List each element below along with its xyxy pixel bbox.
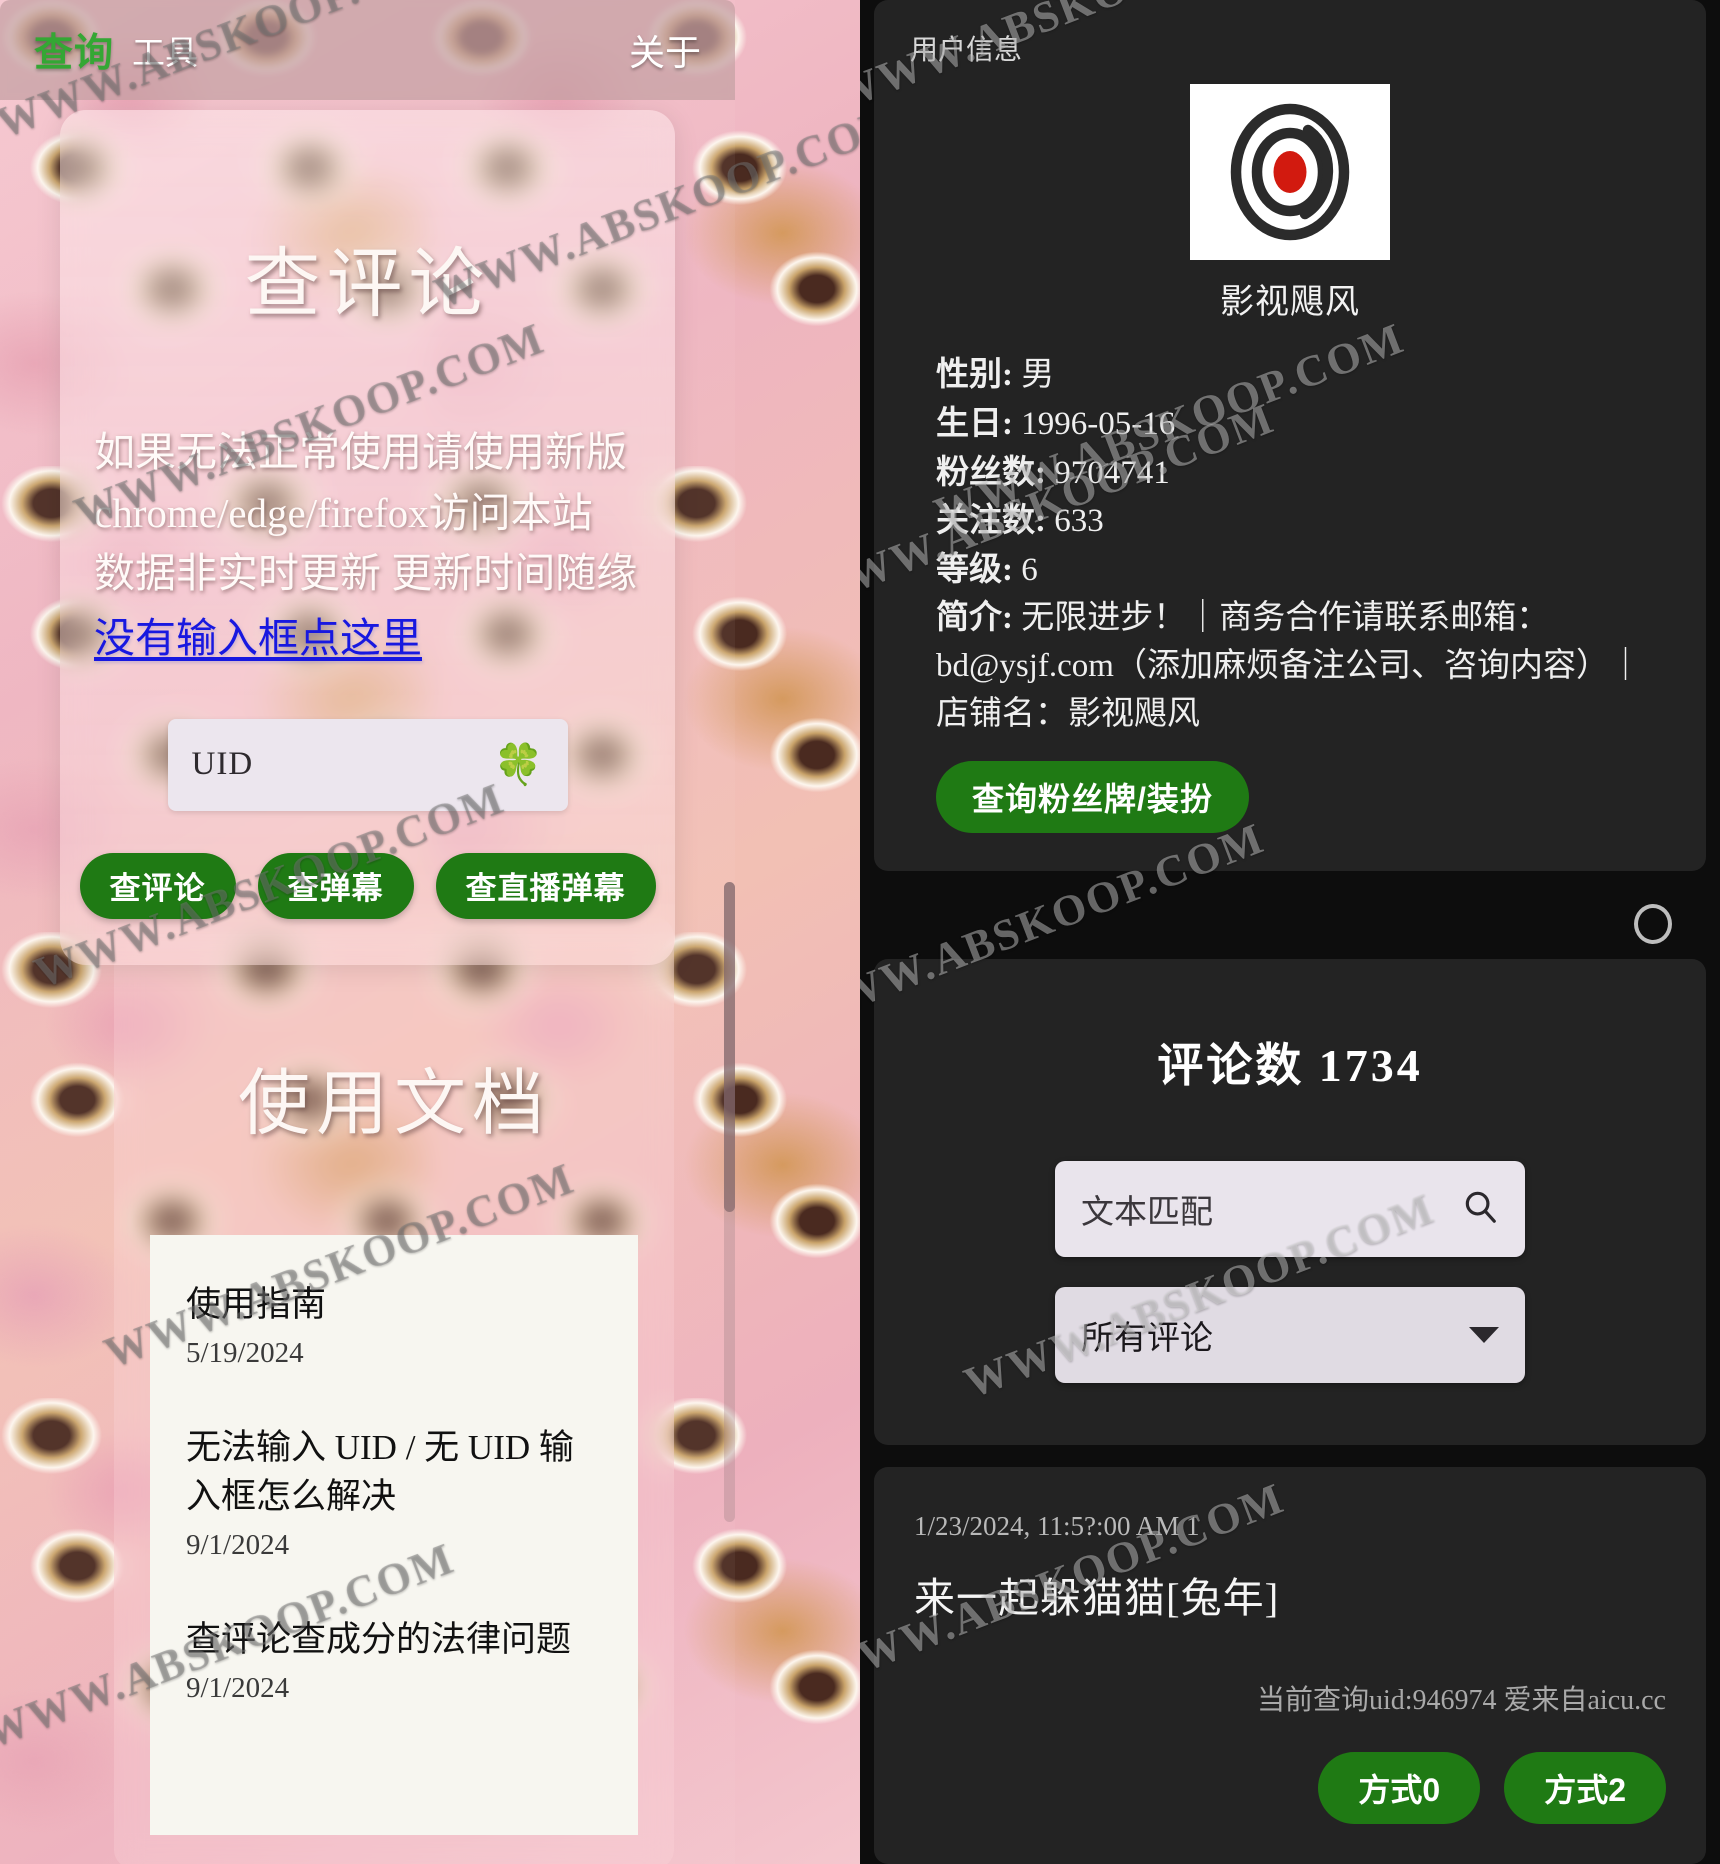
field-key: 等级: <box>936 552 1013 589</box>
left-scroll-region[interactable]: 查询 工具 关于 查评论 如果无法正常使用请使用新版 chrome/edge/f… <box>0 0 860 1864</box>
doc-date: 9/1/2024 <box>186 1672 290 1705</box>
check-live-danmaku-button[interactable]: 查直播弹幕 <box>435 852 656 919</box>
user-field-following: 关注数: 633 <box>936 497 1666 546</box>
notice-line-1: 如果无法正常使用请使用新版 <box>94 429 627 475</box>
field-value: 1996-05-16 <box>1021 405 1176 442</box>
avatar[interactable] <box>1190 84 1390 260</box>
field-key: 粉丝数: <box>936 454 1046 491</box>
loading-spinner-icon <box>1634 903 1672 944</box>
doc-title: 查评论查成分的法律问题 <box>186 1619 572 1659</box>
top-navbar: 查询 工具 关于 <box>0 0 735 100</box>
query-card: 查评论 如果无法正常使用请使用新版 chrome/edge/firefox访问本… <box>60 110 675 965</box>
doc-title: 无法输入 UID / 无 UID 输入框怎么解决 <box>186 1428 574 1516</box>
query-fan-badge-button[interactable]: 查询粉丝牌/装扮 <box>936 760 1249 833</box>
current-uid-footer: 当前查询uid:946974 爱来自aicu.cc <box>1256 1684 1666 1716</box>
notice-line-2: chrome/edge/firefox访问本站 <box>94 489 593 536</box>
field-value: 633 <box>1054 503 1104 540</box>
mode-button-row: 方式0 方式2 <box>914 1751 1666 1824</box>
notice-block: 如果无法正常使用请使用新版 chrome/edge/firefox访问本站 数据… <box>90 422 645 669</box>
nav-brand-query[interactable]: 查询 <box>34 22 114 78</box>
check-danmaku-button[interactable]: 查弹幕 <box>257 852 414 919</box>
field-key: 关注数: <box>936 503 1046 540</box>
clover-icon: 🍀 <box>493 741 544 787</box>
uid-input-placeholder: UID <box>191 746 254 783</box>
right-panel: 用户信息 影视飓风 性别: 男 生日: 1996-05-16 粉丝数: 9704… <box>860 0 1720 1864</box>
user-name: 影视飓风 <box>1220 284 1360 321</box>
comment-timestamp: 1/23/2024, 11:5?:00 AM 1 <box>914 1510 1200 1541</box>
doc-title: 使用指南 <box>186 1285 327 1324</box>
user-field-followers: 粉丝数: 9704741 <box>936 449 1666 498</box>
bio-key: 简介: <box>936 600 1013 637</box>
list-item[interactable]: 查评论查成分的法律问题 9/1/2024 <box>186 1616 602 1705</box>
user-bio: 简介: 无限进步！｜商务合作请联系邮箱：bd@ysjf.com（添加麻烦备注公司… <box>936 595 1666 739</box>
mode-2-button[interactable]: 方式2 <box>1504 1751 1666 1824</box>
doc-date: 9/1/2024 <box>186 1528 290 1561</box>
field-key: 生日: <box>936 405 1013 442</box>
comment-item-card: 1/23/2024, 11:5?:00 AM 1 来一起躲猫猫[兔年] 当前查询… <box>874 1466 1706 1864</box>
docs-title: 使用文档 <box>237 1064 550 1144</box>
doc-date: 5/19/2024 <box>186 1337 304 1370</box>
section-label-user-info: 用户信息 <box>910 35 1023 66</box>
scrollbar[interactable] <box>724 882 735 1522</box>
list-item[interactable]: 无法输入 UID / 无 UID 输入框怎么解决 9/1/2024 <box>186 1424 602 1562</box>
field-key: 性别: <box>936 357 1013 393</box>
search-input[interactable]: 文本匹配 <box>1055 1160 1525 1257</box>
list-item[interactable]: 使用指南 5/19/2024 <box>186 1281 602 1370</box>
user-field-birthday: 生日: 1996-05-16 <box>936 400 1666 449</box>
mode-0-button[interactable]: 方式0 <box>1318 1751 1481 1824</box>
field-value: 6 <box>1021 552 1038 589</box>
docs-card: 使用文档 使用指南 5/19/2024 无法输入 UID / 无 UID 输入框… <box>114 918 674 1864</box>
search-icon[interactable] <box>1461 1187 1499 1230</box>
check-comments-button[interactable]: 查评论 <box>79 852 236 919</box>
user-info-card: 用户信息 影视飓风 性别: 男 生日: 1996-05-16 粉丝数: 9704… <box>874 0 1706 871</box>
field-value: 男 <box>1021 357 1055 393</box>
comment-filter-value: 所有评论 <box>1081 1320 1213 1357</box>
comments-filter-card: 评论数 1734 文本匹配 所有评论 <box>874 958 1706 1445</box>
scrollbar-thumb[interactable] <box>724 882 735 1212</box>
query-button-row: 查评论 查弹幕 查直播弹幕 <box>79 852 656 919</box>
search-input-placeholder: 文本匹配 <box>1081 1194 1213 1231</box>
page-title: 查评论 <box>244 243 491 327</box>
nav-item-about[interactable]: 关于 <box>629 24 701 76</box>
bio-value: 无限进步！｜商务合作请联系邮箱：bd@ysjf.com（添加麻烦备注公司、咨询内… <box>936 600 1642 732</box>
nav-item-tools[interactable]: 工具 <box>132 26 198 74</box>
loading-row <box>874 893 1706 955</box>
user-field-level: 等级: 6 <box>936 546 1666 595</box>
notice-line-3: 数据非实时更新 更新时间随缘 <box>94 550 638 597</box>
user-field-gender: 性别: 男 <box>936 351 1666 400</box>
app-root: 查询 工具 关于 查评论 如果无法正常使用请使用新版 chrome/edge/f… <box>0 0 1720 1864</box>
comment-text: 来一起躲猫猫[兔年] <box>914 1574 1280 1621</box>
comment-filter-select[interactable]: 所有评论 <box>1055 1286 1525 1383</box>
left-panel: 查询 工具 关于 查评论 如果无法正常使用请使用新版 chrome/edge/f… <box>0 0 860 1864</box>
chevron-down-icon[interactable] <box>1469 1326 1499 1343</box>
docs-list: 使用指南 5/19/2024 无法输入 UID / 无 UID 输入框怎么解决 … <box>150 1235 638 1835</box>
comment-count-title: 评论数 1734 <box>1157 1039 1423 1091</box>
uid-input[interactable]: UID 🍀 <box>167 718 568 811</box>
no-input-box-link[interactable]: 没有输入框点这里 <box>94 608 422 669</box>
field-value: 9704741 <box>1054 454 1170 491</box>
